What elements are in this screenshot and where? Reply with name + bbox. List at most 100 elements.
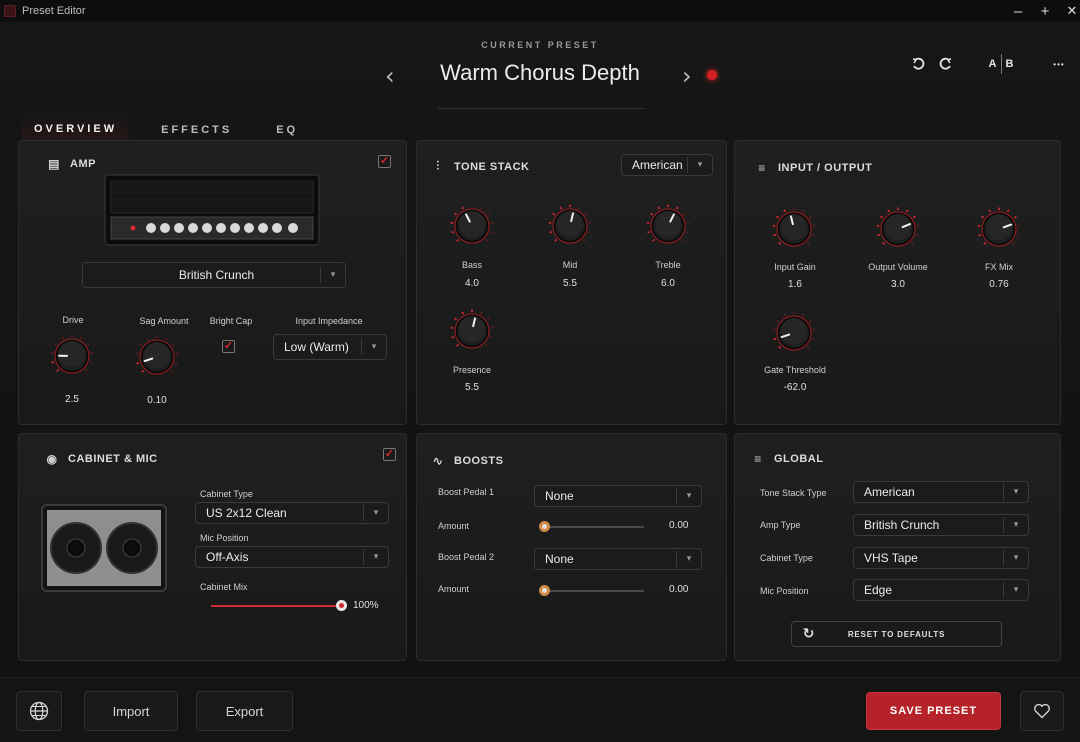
tone-stack-type-value: American bbox=[632, 158, 683, 172]
global-cabinet-type-value: VHS Tape bbox=[864, 551, 918, 565]
more-options-icon[interactable]: ••• bbox=[1049, 54, 1069, 74]
next-preset-button[interactable]: › bbox=[682, 64, 692, 88]
global-amp-type-value: British Crunch bbox=[864, 518, 940, 532]
boost-1-amount-slider[interactable] bbox=[539, 521, 644, 532]
global-cabinet-type-select[interactable]: VHS Tape ▾ bbox=[853, 547, 1029, 569]
cabinet-mix-fill bbox=[211, 605, 341, 607]
input-gain-label: Input Gain bbox=[774, 262, 816, 272]
sag-amount-value: 0.10 bbox=[147, 395, 167, 406]
current-preset-label: CURRENT PRESET bbox=[481, 40, 599, 50]
bass-knob[interactable] bbox=[450, 204, 494, 248]
boost-2-amount-slider[interactable] bbox=[539, 585, 644, 596]
sag-amount-knob[interactable] bbox=[135, 335, 179, 379]
presence-knob[interactable] bbox=[450, 309, 494, 353]
global-mic-position-select[interactable]: Edge ▾ bbox=[853, 579, 1029, 601]
tone-stack-panel-header: ⫶ TONE STACK bbox=[431, 159, 530, 174]
input-gain-value: 1.6 bbox=[788, 279, 802, 290]
input-output-panel: ≡ INPUT / OUTPUT Input Gain 1.6 Output V… bbox=[734, 140, 1061, 425]
mic-position-select[interactable]: Off-Axis ▾ bbox=[195, 546, 389, 568]
output-volume-label: Output Volume bbox=[868, 262, 928, 272]
amp-model-value: British Crunch bbox=[178, 268, 255, 282]
tone-stack-type-label: Tone Stack Type bbox=[760, 488, 827, 498]
maximize-button[interactable]: + bbox=[1031, 0, 1059, 22]
bass-value: 4.0 bbox=[465, 278, 479, 289]
undo-icon[interactable] bbox=[908, 54, 928, 74]
prev-preset-button[interactable]: ‹ bbox=[385, 64, 395, 88]
boosts-title: BOOSTS bbox=[454, 455, 504, 467]
mid-knob[interactable] bbox=[548, 204, 592, 248]
global-title: GLOBAL bbox=[774, 453, 824, 465]
cabinet-type-select[interactable]: US 2x12 Clean ▾ bbox=[195, 502, 389, 524]
amp-enable-checkbox[interactable]: ✓ bbox=[378, 155, 391, 168]
output-volume-value: 3.0 bbox=[891, 279, 905, 290]
boost-pedal-2-select[interactable]: None ▾ bbox=[534, 548, 702, 570]
global-amp-type-select[interactable]: British Crunch ▾ bbox=[853, 514, 1029, 536]
minimize-button[interactable]: – bbox=[1004, 0, 1032, 22]
presence-value: 5.5 bbox=[465, 382, 479, 393]
ab-compare-button[interactable]: A B bbox=[986, 54, 1016, 74]
input-output-panel-header: ≡ INPUT / OUTPUT bbox=[755, 161, 872, 175]
amp-type-label: Amp Type bbox=[760, 520, 801, 530]
cabinet-mix-label: Cabinet Mix bbox=[200, 582, 248, 592]
boosts-panel: ∿ BOOSTS Boost Pedal 1 None ▾ Amount 0.0… bbox=[416, 433, 727, 661]
ab-b-label: B bbox=[1005, 58, 1014, 70]
boost-pedal-1-select[interactable]: None ▾ bbox=[534, 485, 702, 507]
gate-threshold-value: -62.0 bbox=[783, 382, 807, 393]
tone-stack-type-select[interactable]: American ▾ bbox=[621, 154, 713, 176]
preset-name-underline bbox=[438, 108, 644, 109]
drive-value: 2.5 bbox=[65, 394, 79, 405]
export-button[interactable]: Export bbox=[196, 691, 293, 731]
cabinet-mix-slider[interactable] bbox=[211, 600, 347, 611]
modified-indicator bbox=[707, 70, 717, 80]
sliders-icon: ⫶ bbox=[436, 159, 440, 173]
cabinet-type-label: Cabinet Type bbox=[760, 553, 813, 563]
mic-position-value: Off-Axis bbox=[206, 550, 249, 564]
redo-icon[interactable] bbox=[936, 54, 956, 74]
chevron-down-icon: ▾ bbox=[686, 554, 692, 564]
window-title: Preset Editor bbox=[22, 5, 86, 17]
treble-label: Treble bbox=[655, 260, 681, 270]
boost-2-amount-thumb[interactable] bbox=[539, 585, 550, 596]
chevron-down-icon: ▾ bbox=[686, 491, 692, 501]
cabinet-panel-header: ◉ CABINET & MIC bbox=[45, 452, 158, 466]
global-panel-header: ≡ GLOBAL bbox=[751, 452, 823, 466]
gate-threshold-knob[interactable] bbox=[772, 311, 816, 355]
close-button[interactable]: ✕ bbox=[1058, 0, 1080, 22]
bright-cap-checkbox[interactable]: ✓ bbox=[222, 340, 235, 353]
favorite-button[interactable] bbox=[1020, 691, 1064, 731]
drive-knob[interactable] bbox=[50, 334, 94, 378]
global-mic-position-value: Edge bbox=[864, 583, 893, 597]
boost-1-amount-thumb[interactable] bbox=[539, 521, 550, 532]
mic-position-label: Mic Position bbox=[760, 586, 809, 596]
import-button[interactable]: Import bbox=[84, 691, 178, 731]
boost-pedal-2-label: Boost Pedal 2 bbox=[438, 552, 495, 562]
presence-label: Presence bbox=[452, 365, 492, 375]
boost-pedal-1-value: None bbox=[545, 489, 574, 503]
chevron-down-icon: ▾ bbox=[373, 508, 379, 518]
fx-mix-knob[interactable] bbox=[977, 207, 1021, 251]
reset-to-defaults-button[interactable]: ↻ RESET TO DEFAULTS bbox=[791, 621, 1002, 647]
save-preset-button[interactable]: SAVE PRESET bbox=[866, 692, 1001, 730]
cabinet-mix-thumb[interactable] bbox=[336, 600, 347, 611]
cabinet-enable-checkbox[interactable]: ✓ bbox=[383, 448, 396, 461]
global-tone-stack-value: American bbox=[864, 485, 915, 499]
global-tone-stack-select[interactable]: American ▾ bbox=[853, 481, 1029, 503]
sag-amount-label: Sag Amount bbox=[139, 316, 189, 326]
amp-model-select[interactable]: British Crunch ▾ bbox=[82, 262, 346, 288]
chevron-down-icon: ▾ bbox=[1013, 585, 1019, 595]
app-icon bbox=[4, 5, 16, 17]
footer-bar: Import Export SAVE PRESET bbox=[0, 677, 1080, 742]
amp-panel-header: ▤ AMP bbox=[47, 157, 96, 171]
ab-divider bbox=[1000, 54, 1002, 74]
input-output-title: INPUT / OUTPUT bbox=[778, 162, 873, 174]
input-gain-knob[interactable] bbox=[772, 207, 816, 251]
chevron-down-icon: ▾ bbox=[1013, 553, 1019, 563]
output-volume-knob[interactable] bbox=[876, 207, 920, 251]
preset-editor-window: Preset Editor – + ✕ CURRENT PRESET ‹ War… bbox=[0, 0, 1080, 742]
input-impedance-select[interactable]: Low (Warm) ▾ bbox=[273, 334, 387, 360]
preset-name[interactable]: Warm Chorus Depth bbox=[400, 60, 680, 86]
treble-knob[interactable] bbox=[646, 204, 690, 248]
global-panel: ≡ GLOBAL Tone Stack Type American ▾ Amp … bbox=[734, 433, 1061, 661]
language-button[interactable] bbox=[16, 691, 62, 731]
cabinet-type-label: Cabinet Type bbox=[200, 489, 253, 499]
